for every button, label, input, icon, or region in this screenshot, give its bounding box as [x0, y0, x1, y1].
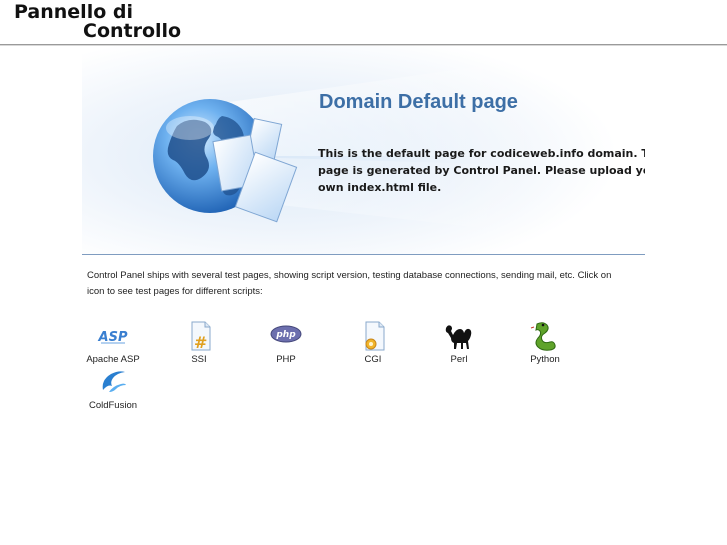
script-label: Python: [530, 354, 560, 365]
script-link-php[interactable]: php PHP: [251, 320, 321, 365]
intro-line1: Control Panel ships with several test pa…: [87, 270, 612, 281]
ssi-icon: #: [191, 321, 211, 352]
header-divider: [0, 44, 727, 45]
script-link-python[interactable]: Python: [510, 320, 580, 365]
hero-banner: Domain Default page This is the default …: [82, 46, 645, 254]
script-label: ColdFusion: [88, 400, 138, 411]
script-link-apache-asp[interactable]: ASP Apache ASP: [78, 320, 148, 365]
hero-title: Domain Default page: [319, 91, 518, 113]
script-link-ssi[interactable]: # SSI: [164, 320, 234, 365]
intro-text: Control Panel ships with several test pa…: [87, 268, 643, 300]
page: Pannello di Controllo Domain Default pag…: [0, 0, 727, 545]
php-icon: php: [270, 325, 302, 343]
svg-text:#: #: [194, 333, 207, 352]
cgi-icon: [365, 321, 385, 351]
script-label: CGI: [364, 354, 382, 365]
hero-description-line2: page is generated by Control Panel. Plea…: [318, 164, 645, 177]
hero-divider: [82, 254, 645, 255]
perl-camel-icon: [445, 325, 472, 349]
hero-description-line3: own index.html file.: [318, 181, 442, 194]
brand-logo: Pannello di Controllo: [14, 3, 181, 41]
python-snake-icon: [530, 322, 556, 351]
script-link-perl[interactable]: Perl: [424, 320, 494, 365]
hero-description: This is the default page for codiceweb.i…: [318, 145, 645, 196]
script-label: SSI: [191, 354, 207, 365]
hero-description-line1: This is the default page for codiceweb.i…: [318, 147, 645, 160]
brand-logo-line2: Controllo: [83, 20, 182, 42]
script-link-cgi[interactable]: CGI: [338, 320, 408, 365]
intro-line2: icon to see test pages for different scr…: [87, 286, 263, 297]
script-link-coldfusion[interactable]: ColdFusion: [78, 366, 148, 411]
script-label: Perl: [450, 354, 468, 365]
script-label: PHP: [276, 354, 296, 365]
svg-text:php: php: [275, 330, 296, 340]
script-label: Apache ASP: [86, 354, 140, 365]
asp-icon: ASP: [98, 330, 128, 345]
coldfusion-icon: [102, 371, 126, 392]
